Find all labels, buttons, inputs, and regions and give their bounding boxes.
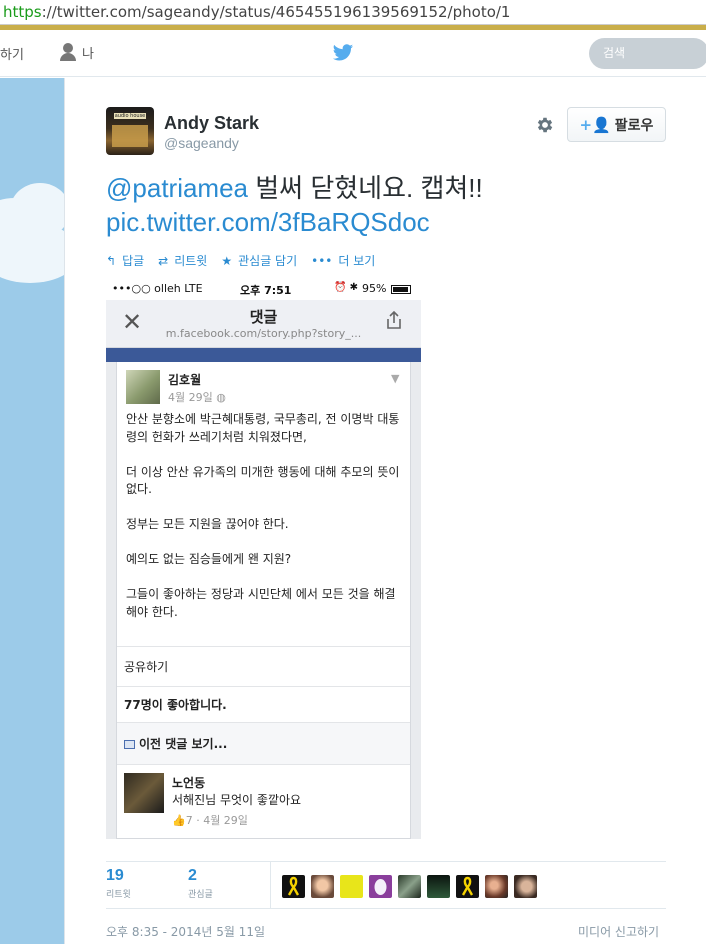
favoriter-avatar[interactable]	[282, 875, 305, 898]
like-icon: 👍	[172, 814, 186, 827]
post-date: 4월 29일 ◍	[168, 391, 226, 404]
commenter-name: 노언동	[172, 776, 206, 790]
post-body: 안산 분향소에 박근혜대통령, 국무총리, 전 이명박 대통령의 헌화가 쓰레기…	[126, 411, 406, 639]
reply-icon: ↰	[106, 253, 117, 268]
comment-meta: 👍7 · 4월 29일	[172, 814, 248, 827]
fb-header-url: m.facebook.com/story.php?story_...	[165, 327, 362, 340]
retweet-button[interactable]: ⇄ 리트윗	[158, 252, 207, 269]
favoriter-avatar[interactable]	[514, 875, 537, 898]
tweet-photo[interactable]: •••○○ olleh LTE 오후 7:51 ⏰ ✱ 95% ✕ 댓글 m.f…	[106, 278, 421, 839]
comment-item: 노언동 서해진님 무엇이 좋깥아요 👍7 · 4월 29일	[117, 764, 410, 839]
retweet-icon: ⇄	[158, 253, 169, 268]
tweet-body: 벌써 닫혔네요. 캡쳐!!	[255, 173, 483, 203]
favoriter-avatar[interactable]	[340, 875, 363, 898]
more-icon: •••	[311, 253, 333, 268]
search-input[interactable]: 검색	[589, 38, 706, 69]
retweet-count[interactable]: 19 리트윗	[106, 867, 131, 900]
post-author-avatar	[126, 370, 160, 404]
comment-icon	[124, 740, 135, 749]
tweet-card: audio house Andy Stark @sageandy +👤 팔로우 …	[64, 78, 706, 944]
chevron-down-icon: ▼	[391, 372, 400, 385]
post-paragraph: 안산 분향소에 박근혜대통령, 국무총리, 전 이명박 대통령의 헌화가 쓰레기…	[126, 412, 400, 444]
previous-comments-row: 이전 댓글 보기...	[117, 722, 410, 764]
comment-text: 서해진님 무엇이 좋깥아요	[172, 793, 302, 807]
divider	[106, 861, 666, 862]
person-icon	[58, 42, 78, 62]
post-author: 김호월	[168, 373, 202, 387]
post-paragraph: 그들이 좋아하는 정당과 시민단체 에서 모든 것을 해결해야 한다.	[126, 587, 396, 619]
alarm-icon: ⏰ ✱	[334, 282, 359, 293]
battery-percent: 95%	[362, 282, 387, 295]
fb-blue-bar	[106, 348, 421, 362]
url-path: ://twitter.com/sageandy/status/465455196…	[41, 3, 511, 21]
author-handle[interactable]: @sageandy	[164, 135, 239, 151]
favorite-button[interactable]: ★ 관심글 담기	[221, 252, 297, 269]
phone-status-bar: •••○○ olleh LTE 오후 7:51 ⏰ ✱ 95%	[106, 278, 421, 300]
add-user-icon: +👤	[579, 115, 611, 134]
share-icon	[387, 310, 401, 329]
post-paragraph: 정부는 모든 지원을 끊어야 한다.	[126, 517, 289, 531]
more-label: 더 보기	[338, 254, 376, 268]
favorite-label: 관심글 담기	[238, 254, 298, 268]
favorite-count[interactable]: 2 관심글	[188, 867, 213, 900]
star-icon: ★	[221, 253, 233, 268]
favoriter-avatar[interactable]	[456, 875, 479, 898]
carrier-signal: •••○○ olleh LTE	[112, 282, 203, 295]
post-paragraph: 예의도 없는 짐승들에게 왠 지원?	[126, 552, 292, 566]
favoriter-avatar[interactable]	[311, 875, 334, 898]
retweet-label: 리트윗	[174, 254, 208, 268]
tweet-text: @patriamea 벌써 닫혔네요. 캡쳐!! pic.twitter.com…	[106, 171, 666, 239]
likes-row: 77명이 좋아합니다.	[117, 686, 410, 722]
tweet-timestamp: 오후 8:35 - 2014년 5월 11일	[106, 925, 265, 939]
favoriter-avatar[interactable]	[485, 875, 508, 898]
tweet-actions: ↰ 답글 ⇄ 리트윗 ★ 관심글 담기 ••• 더 보기	[106, 252, 389, 269]
nav-me-link[interactable]: 나	[58, 42, 94, 62]
nav-home-link[interactable]: 하기	[0, 44, 24, 63]
favoriter-avatar[interactable]	[369, 875, 392, 898]
fb-post: 김호월 4월 29일 ◍ ▼ 안산 분향소에 박근혜대통령, 국무총리, 전 이…	[116, 362, 411, 839]
more-button[interactable]: ••• 더 보기	[311, 252, 375, 269]
nav-me-label: 나	[82, 46, 94, 62]
divider	[106, 908, 666, 909]
globe-icon: ◍	[216, 391, 226, 404]
post-paragraph: 더 이상 안산 유가족의 미개한 행동에 대해 추모의 뜻이 없다.	[126, 464, 400, 497]
address-bar[interactable]: https://twitter.com/sageandy/status/4654…	[0, 0, 706, 25]
twitter-bird-icon[interactable]	[332, 42, 354, 64]
fb-header-title: 댓글	[249, 308, 278, 326]
divider	[270, 862, 271, 908]
favoriter-avatars	[282, 875, 543, 898]
photo-link[interactable]: pic.twitter.com/3fBaRQSdoc	[106, 205, 666, 239]
battery-icon	[391, 285, 411, 294]
report-media-link[interactable]: 미디어 신고하기	[578, 923, 659, 940]
reply-label: 답글	[122, 254, 145, 268]
gear-icon[interactable]	[535, 115, 555, 135]
url-scheme: https	[3, 3, 42, 21]
top-navigation: 하기 나 검색	[0, 30, 706, 77]
reply-button[interactable]: ↰ 답글	[106, 252, 144, 269]
favoriter-avatar[interactable]	[398, 875, 421, 898]
avatar-sign: audio house	[114, 113, 146, 119]
author-avatar[interactable]: audio house	[106, 107, 154, 155]
share-row: 공유하기	[117, 646, 410, 686]
phone-time: 오후 7:51	[240, 284, 292, 297]
mention-link[interactable]: @patriamea	[106, 173, 248, 203]
follow-button[interactable]: +👤 팔로우	[567, 107, 666, 142]
follow-label: 팔로우	[614, 117, 654, 134]
fb-comments-header: ✕ 댓글 m.facebook.com/story.php?story_...	[106, 300, 421, 348]
commenter-avatar	[124, 773, 164, 813]
author-name[interactable]: Andy Stark	[164, 113, 259, 134]
favoriter-avatar[interactable]	[427, 875, 450, 898]
